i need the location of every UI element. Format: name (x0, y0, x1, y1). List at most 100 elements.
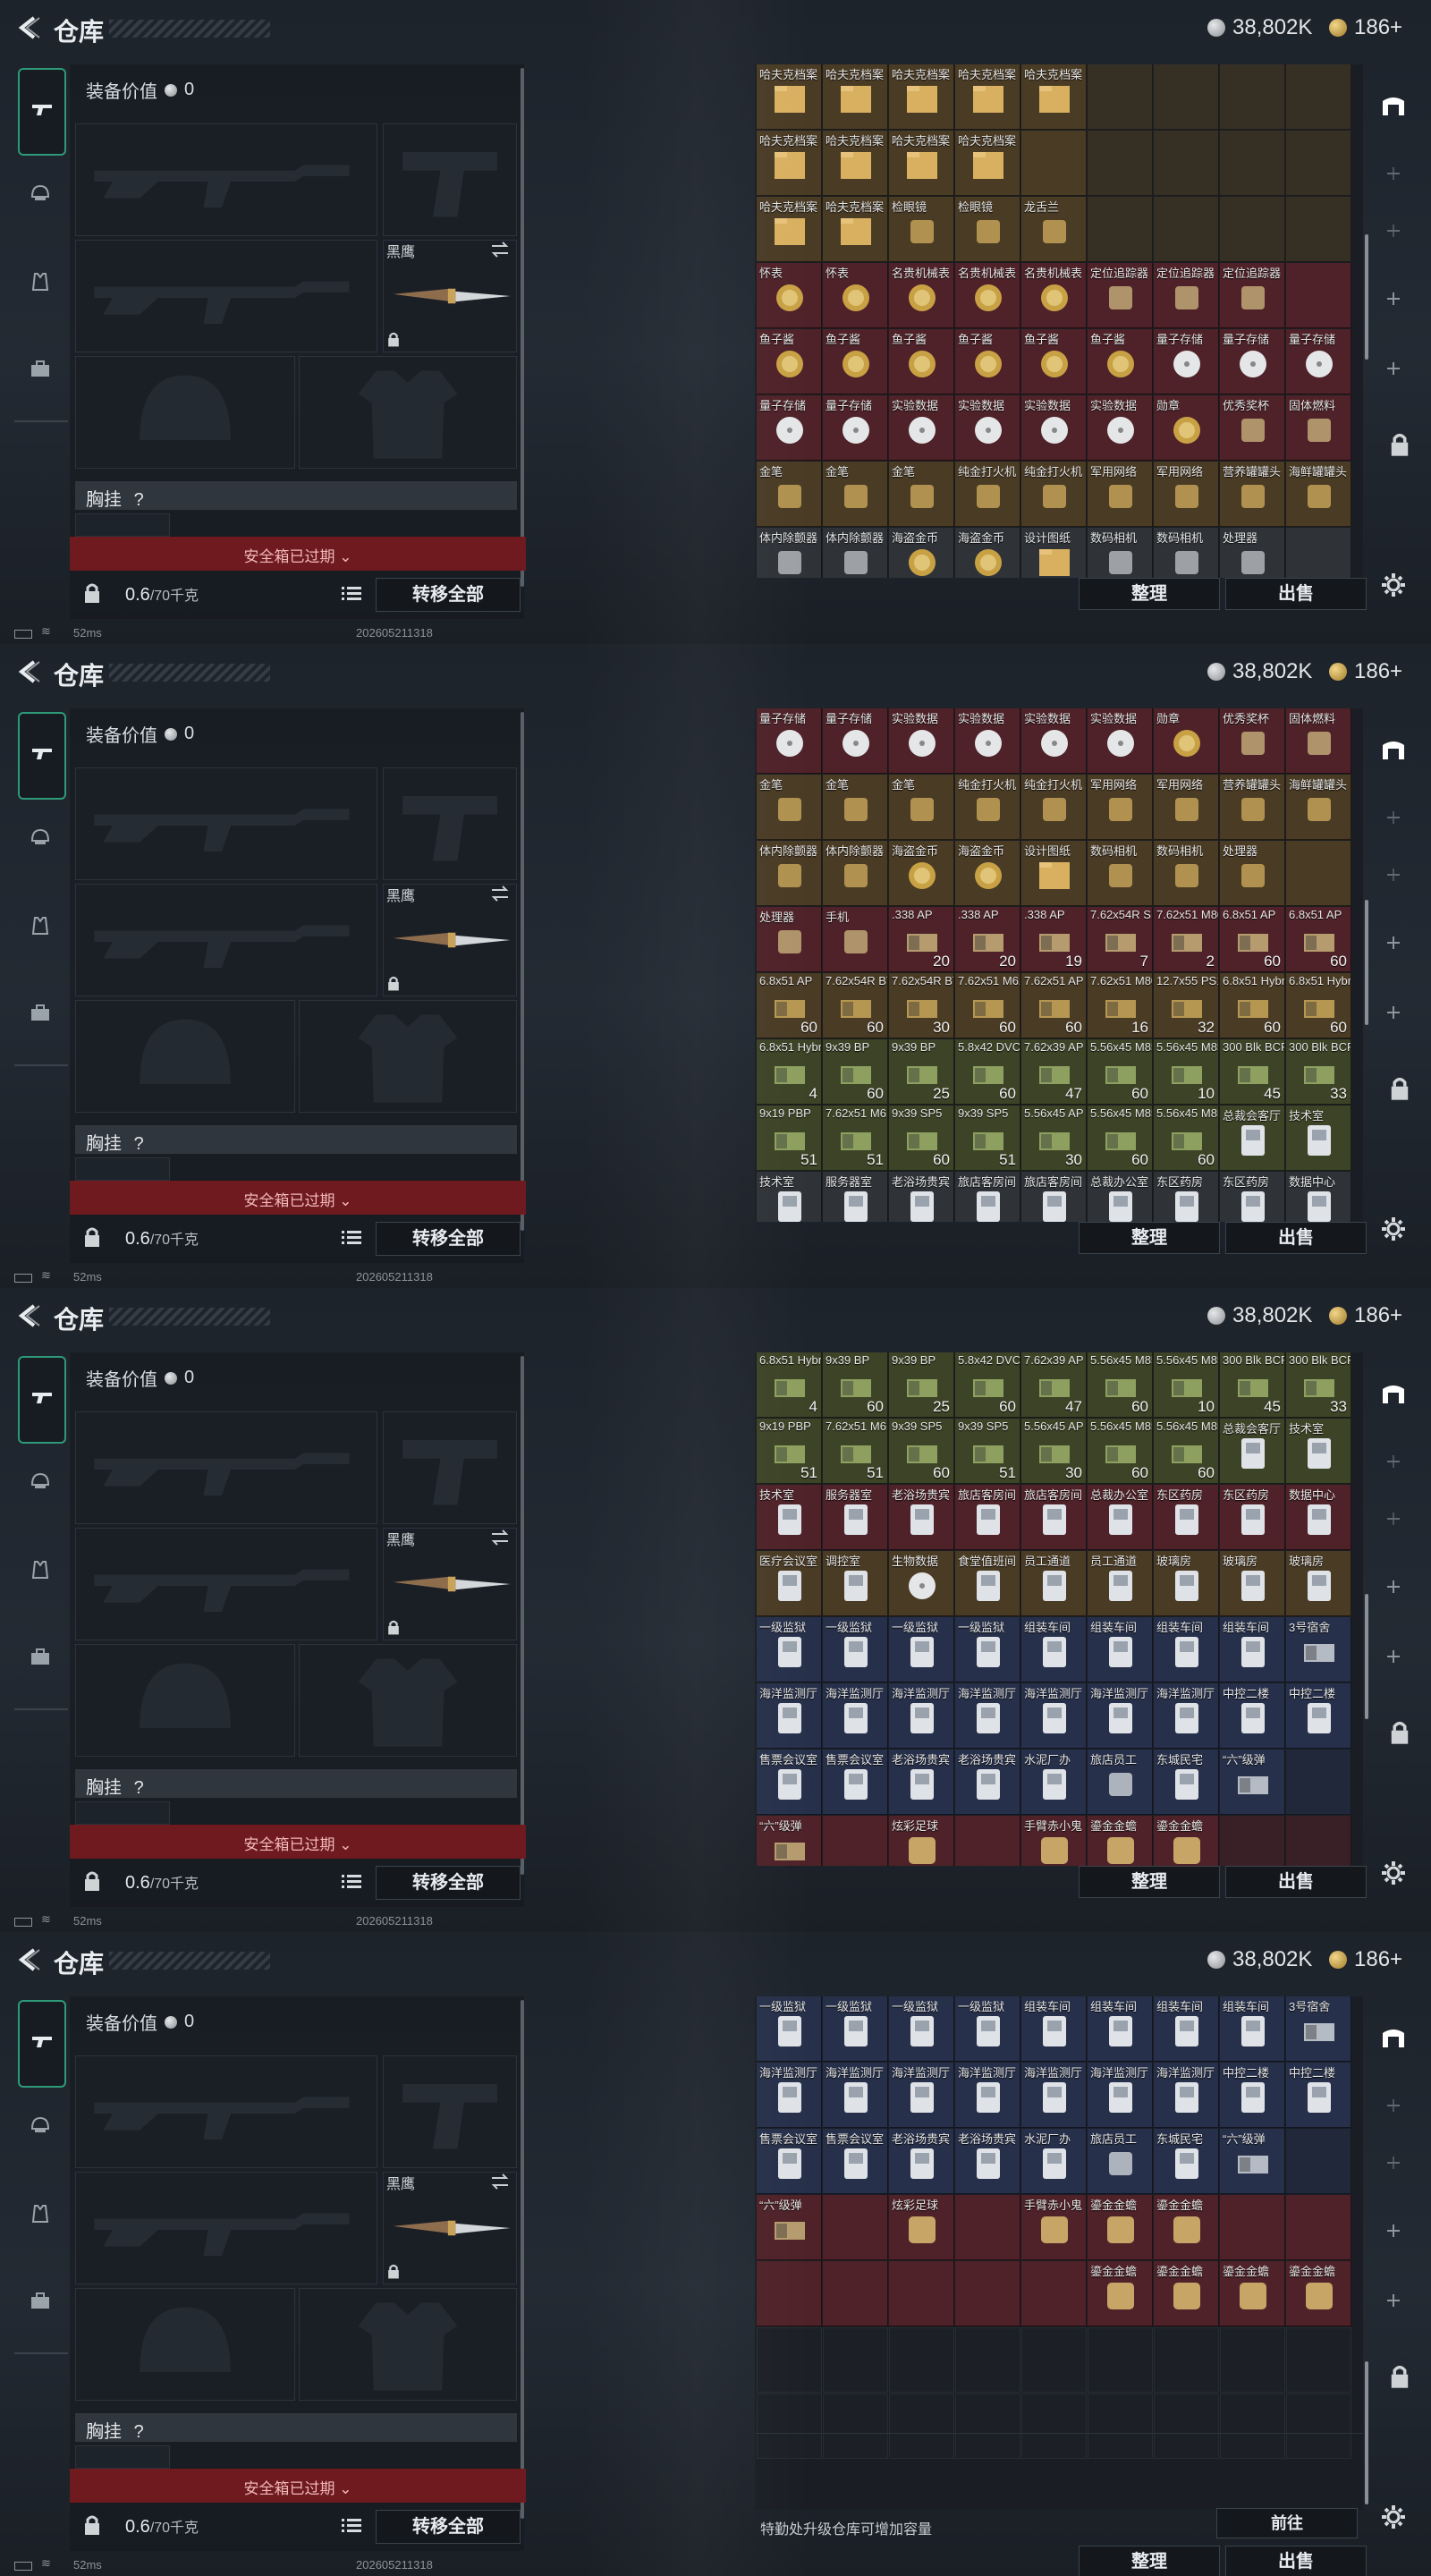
stash-item[interactable]: 实验数据 (1021, 395, 1087, 461)
stash-item[interactable]: 总裁会客厅 (1220, 1419, 1285, 1484)
stash-item[interactable]: 东城民宅 (1154, 1750, 1219, 1815)
stash-item[interactable]: 纯金打火机 (955, 462, 1020, 527)
vault-icon[interactable] (1374, 2018, 1413, 2057)
stash-item[interactable]: 7.62x54R BT 60 (823, 973, 888, 1038)
helmet-slot[interactable] (75, 1644, 295, 1757)
vault-icon[interactable] (1374, 1374, 1413, 1413)
stash-item[interactable]: 旅店客房间 (1021, 1172, 1087, 1222)
stash-item[interactable]: 组装车间 (1220, 1617, 1285, 1682)
stash-slot-empty[interactable] (757, 2394, 822, 2459)
stash-item[interactable]: 中控二楼 (1220, 1683, 1285, 1749)
sell-button[interactable]: 出售 (1225, 2546, 1367, 2576)
stash-item[interactable]: 海洋监测厅 (955, 1683, 1020, 1749)
stash-item[interactable]: 组装车间 (1154, 1617, 1219, 1682)
list-icon[interactable] (342, 1229, 361, 1247)
stash-item[interactable]: .338 AP 20 (889, 907, 954, 972)
stash-item[interactable]: 东区药房 (1220, 1485, 1285, 1550)
stash-item[interactable]: 海洋监测厅 (757, 2063, 822, 2128)
stash-item[interactable]: 金笔 (823, 775, 888, 840)
stash-item[interactable]: 海洋监测厅 (955, 2063, 1020, 2128)
stash-item[interactable]: 检眼镜 (955, 197, 1020, 262)
stash-item[interactable]: 实验数据 (1088, 395, 1153, 461)
stash-item[interactable]: 5.8x42 DVC12 60 (955, 1039, 1020, 1105)
pistol-slot[interactable] (383, 1411, 517, 1524)
lock-icon[interactable] (1374, 1708, 1413, 1748)
stash-item[interactable]: 总裁办公室 (1088, 1485, 1153, 1550)
stash-item[interactable]: 中控二楼 (1286, 1683, 1351, 1749)
stash-item[interactable]: 海洋监测厅 (1021, 2063, 1087, 2128)
stash-item[interactable]: 组装车间 (1220, 1996, 1285, 2062)
stash-item[interactable]: 鱼子酱 (757, 329, 822, 394)
stash-item[interactable]: 技术室 (757, 1485, 822, 1550)
stash-item[interactable]: 实验数据 (955, 708, 1020, 774)
stash-item[interactable]: 300 Blk BCP FMJ 33 (1286, 1352, 1351, 1418)
list-icon[interactable] (342, 2517, 361, 2535)
tab-case[interactable] (20, 1639, 61, 1680)
loadout-scrollbar[interactable] (521, 1356, 524, 1875)
stash-item[interactable]: 老浴场贵宾 (889, 1750, 954, 1815)
stash-item[interactable]: 海洋监测厅 (1088, 2063, 1153, 2128)
stash-item[interactable]: 体内除颤器 (757, 841, 822, 906)
stash-item[interactable]: 300 Blk BCP FMJ 45 (1220, 1352, 1285, 1418)
stash-item[interactable]: 检眼镜 (889, 197, 954, 262)
stash-item[interactable]: 组装车间 (1088, 1996, 1153, 2062)
stash-item[interactable]: 水泥厂办 (1021, 1750, 1087, 1815)
stash-item[interactable]: 玻璃房 (1220, 1551, 1285, 1616)
stash-item[interactable]: “六”级弹 (1220, 1750, 1285, 1815)
stash-item[interactable]: 员工通道 (1088, 1551, 1153, 1616)
tab-weapons[interactable] (18, 712, 66, 800)
stash-item[interactable]: 6.8x51 AP 60 (1286, 907, 1351, 972)
stash-slot-empty[interactable] (823, 2327, 888, 2393)
vault-icon[interactable] (1374, 730, 1413, 769)
stash-item[interactable]: 哈夫克档案 (757, 197, 822, 262)
stash-item[interactable]: 9x19 PBP 51 (757, 1106, 822, 1171)
stash-item[interactable]: “六”级弹 (757, 2195, 822, 2260)
stash-page-icon[interactable] (1374, 154, 1413, 193)
stash-item[interactable]: 鎏金金蟾 (1088, 2195, 1153, 2260)
stash-item[interactable]: 金笔 (823, 462, 888, 527)
stash-slot-empty[interactable] (1220, 2394, 1285, 2459)
stash-item[interactable]: 军用网络 (1154, 462, 1219, 527)
stash-item[interactable]: 实验数据 (889, 395, 954, 461)
stash-item[interactable]: 7.62x51 M61 51 (823, 1106, 888, 1171)
tab-weapons[interactable] (18, 1356, 66, 1444)
stash-page-icon[interactable] (1374, 1499, 1413, 1538)
stash-item[interactable]: 海洋监测厅 (1021, 1683, 1087, 1749)
plus-icon[interactable] (1374, 993, 1413, 1032)
stash-item[interactable]: 售票会议室 (757, 2129, 822, 2194)
stash-item[interactable]: 鎏金金蟾 (1154, 2261, 1219, 2326)
stash-item[interactable] (823, 2195, 888, 2260)
stash-item[interactable]: 7.62x51 M61 51 (823, 1419, 888, 1484)
stash-item[interactable]: 海盗金币 (955, 528, 1020, 578)
stash-item[interactable]: 鱼子酱 (889, 329, 954, 394)
stash-item[interactable]: 名贵机械表 (1021, 263, 1087, 328)
stash-item[interactable]: 金笔 (757, 462, 822, 527)
stash-item[interactable]: 海鲜罐罐头 (1286, 462, 1351, 527)
stash-item[interactable]: 纯金打火机 (955, 775, 1020, 840)
stash-item[interactable]: 7.62x39 AP 47 (1021, 1039, 1087, 1105)
safe-box-banner[interactable]: 安全箱已过期 ⌄ (70, 2469, 526, 2503)
stash-item[interactable]: 玻璃房 (1154, 1551, 1219, 1616)
stash-item[interactable]: 数据中心 (1286, 1172, 1351, 1222)
gear-icon[interactable] (1374, 1853, 1413, 1893)
stash-slot-empty[interactable] (1220, 2327, 1285, 2393)
stash-item[interactable]: 哈夫克档案 (889, 64, 954, 130)
gear-icon[interactable] (1374, 1209, 1413, 1249)
tab-rig[interactable] (20, 1551, 61, 1592)
stash-item[interactable]: 勋章 (1154, 395, 1219, 461)
safe-box-banner[interactable]: 安全箱已过期 ⌄ (70, 537, 526, 571)
stash-item[interactable]: 组装车间 (1021, 1617, 1087, 1682)
stash-item[interactable]: 军用网络 (1088, 775, 1153, 840)
stash-item[interactable]: 售票会议室 (757, 1750, 822, 1815)
back-arrow-icon[interactable] (13, 1301, 43, 1331)
stash-item[interactable]: 名贵机械表 (889, 263, 954, 328)
tab-armor[interactable] (20, 2107, 61, 2148)
sort-button[interactable]: 整理 (1079, 1866, 1220, 1898)
lock-icon[interactable] (82, 581, 102, 605)
stash-item[interactable]: 一级监狱 (955, 1617, 1020, 1682)
stash-item[interactable]: 哈夫克档案 (757, 131, 822, 196)
stash-item[interactable]: 量子存储 (757, 395, 822, 461)
sort-button[interactable]: 整理 (1079, 1222, 1220, 1254)
stash-item[interactable]: 体内除颤器 (823, 841, 888, 906)
stash-item[interactable]: “六”级弹 (757, 1816, 822, 1866)
